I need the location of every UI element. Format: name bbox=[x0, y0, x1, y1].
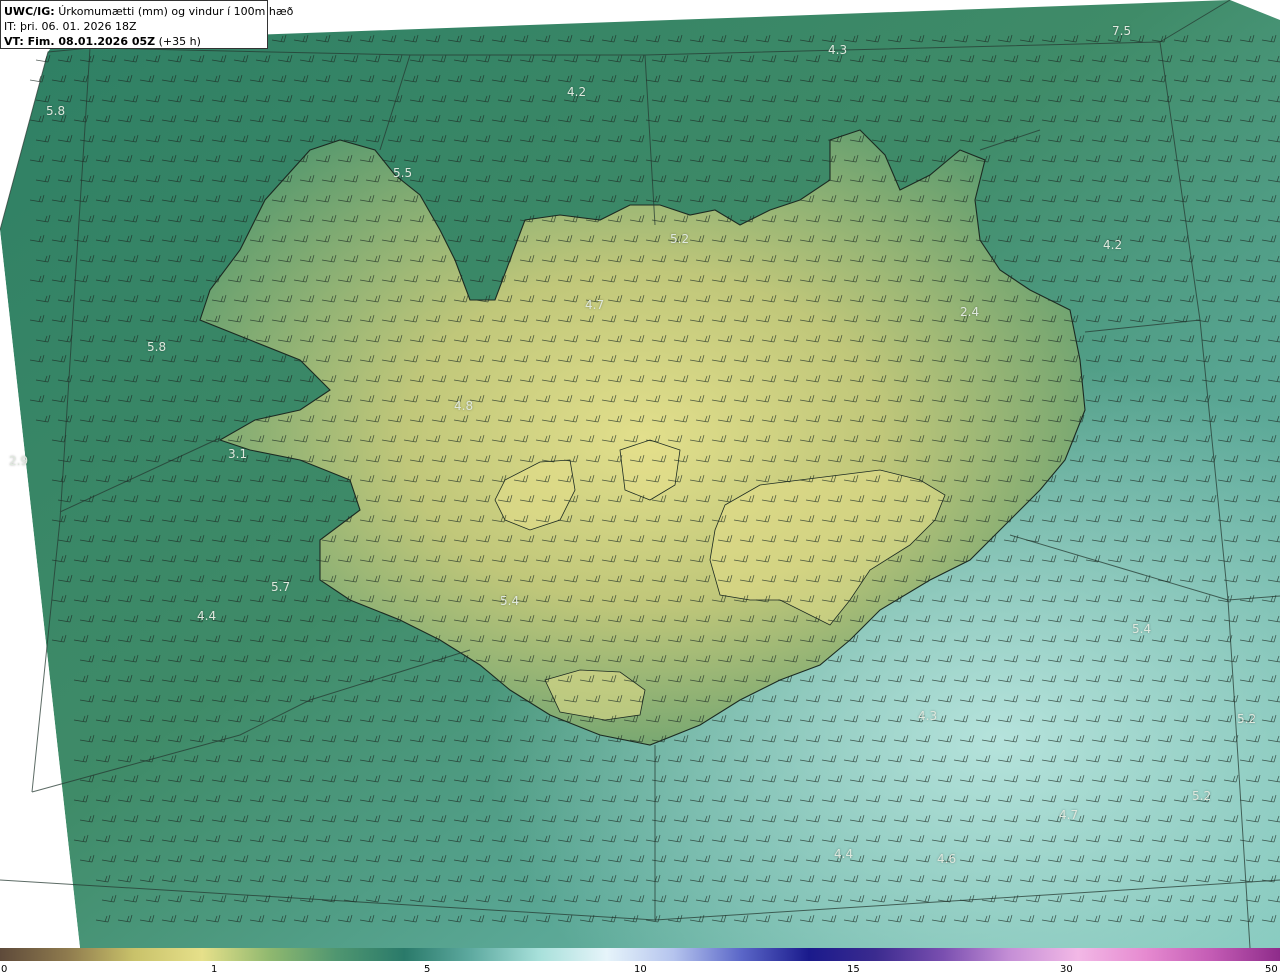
valid-time: VT: Fim. 08.01.2026 05Z bbox=[4, 35, 156, 48]
value-label-ocean-n-1: 4.3 bbox=[828, 43, 848, 57]
forecast-map bbox=[0, 0, 1280, 948]
colorbar-tick-0: 0 bbox=[1, 964, 8, 975]
model-label: UWC/IG: bbox=[4, 5, 55, 18]
value-label-ocean-se-3: 5.2 bbox=[1192, 789, 1212, 803]
title-line: UWC/IG: Úrkomumætti (mm) og vindur í 100… bbox=[4, 4, 293, 19]
value-label-ocean-s-1: 4.3 bbox=[918, 709, 938, 723]
value-label-ocean-n-2: 4.2 bbox=[567, 85, 587, 99]
colorbar-tick-5: 5 bbox=[424, 964, 431, 975]
value-label-south-1: 5.4 bbox=[500, 594, 520, 608]
initial-time: IT: þri. 06. 01. 2026 18Z bbox=[4, 20, 137, 33]
value-label-ocean-w-1: 5.8 bbox=[147, 340, 167, 354]
colorbar-tick-30: 30 bbox=[1060, 964, 1073, 975]
value-label-ocean-se-2: 5.2 bbox=[1237, 712, 1257, 726]
map-canvas bbox=[0, 0, 1280, 948]
colorbar-tick-15: 15 bbox=[847, 964, 860, 975]
colorbar-tick-50: 50 bbox=[1265, 964, 1278, 975]
value-label-ocean-se-1: 5.4 bbox=[1132, 622, 1152, 636]
value-label-north-2: 4.7 bbox=[585, 298, 605, 312]
value-label-north-1: 5.2 bbox=[670, 232, 690, 246]
field-title: Úrkomumætti (mm) og vindur í 100m hæð bbox=[58, 5, 294, 18]
value-label-ocean-ne-1: 7.5 bbox=[1112, 24, 1132, 38]
value-label-east-1: 2.4 bbox=[960, 305, 980, 319]
colorbar-tick-1: 1 bbox=[211, 964, 218, 975]
value-label-snaefellsnes-1: 3.1 bbox=[228, 447, 248, 461]
value-label-ocean-sw-2: 4.4 bbox=[197, 609, 217, 623]
colorbar-strip bbox=[0, 948, 1280, 961]
value-label-west-1: 4.8 bbox=[454, 399, 474, 413]
value-label-westfjords-1: 5.5 bbox=[393, 166, 413, 180]
value-label-ocean-s-3: 4.6 bbox=[937, 852, 957, 866]
forecast-info-box: UWC/IG: Úrkomumætti (mm) og vindur í 100… bbox=[0, 0, 293, 49]
value-label-ocean-nw-1: 5.8 bbox=[46, 104, 66, 118]
forecast-hour: (+35 h) bbox=[158, 35, 201, 48]
value-label-ocean-sw-1: 5.7 bbox=[271, 580, 291, 594]
value-label-ocean-s-2: 4.4 bbox=[834, 847, 854, 861]
valid-time-line: VT: Fim. 08.01.2026 05Z (+35 h) bbox=[4, 34, 264, 49]
colorbar: 0 1 5 10 15 30 50 bbox=[0, 948, 1280, 978]
value-label-ocean-ne-2: 4.2 bbox=[1103, 238, 1123, 252]
colorbar-tick-10: 10 bbox=[634, 964, 647, 975]
value-label-ocean-se-4: 4.7 bbox=[1059, 808, 1079, 822]
value-label-ocean-w-2: 2.9 bbox=[9, 454, 29, 468]
